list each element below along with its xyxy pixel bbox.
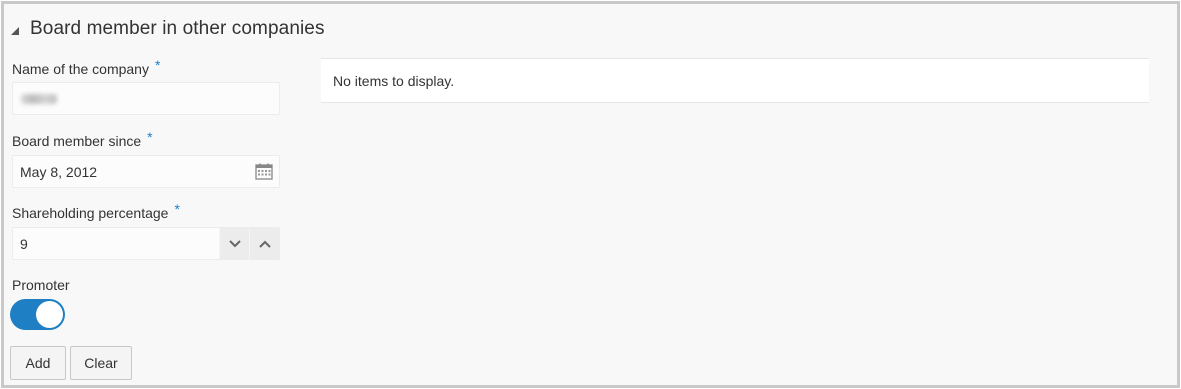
- required-marker: *: [174, 201, 180, 217]
- section-header: Board member in other companies: [10, 16, 325, 42]
- calendar-icon[interactable]: [253, 162, 275, 182]
- empty-table-message: No items to display.: [333, 72, 455, 89]
- required-marker: *: [154, 57, 161, 73]
- promoter-toggle[interactable]: [10, 299, 65, 330]
- decrement-button[interactable]: [219, 228, 249, 259]
- promoter-label: Promoter: [12, 277, 70, 293]
- company-name-input[interactable]: [12, 82, 280, 115]
- board-member-since-label: Board member since *: [12, 129, 153, 149]
- required-marker: *: [147, 129, 153, 145]
- company-name-label-text: Name of the company: [12, 61, 149, 77]
- add-button[interactable]: Add: [10, 346, 66, 380]
- clear-button[interactable]: Clear: [70, 346, 132, 380]
- board-member-since-value: May 8, 2012: [20, 163, 98, 180]
- increment-button[interactable]: [249, 228, 279, 259]
- shareholding-percentage-label: Shareholding percentage *: [12, 201, 180, 221]
- chevron-down-icon: [228, 239, 241, 247]
- board-member-since-label-text: Board member since: [12, 133, 142, 149]
- shareholding-percentage-value: 9: [20, 235, 28, 252]
- chevron-up-icon: [258, 240, 271, 248]
- company-name-label: Name of the company *: [12, 57, 160, 77]
- board-member-section: Board member in other companies Name of …: [1, 1, 1180, 388]
- section-title: Board member in other companies: [30, 18, 325, 39]
- shareholding-percentage-stepper[interactable]: 9: [12, 227, 280, 260]
- collapse-triangle-icon[interactable]: [10, 22, 24, 36]
- board-member-since-date-input[interactable]: May 8, 2012: [12, 155, 280, 188]
- toggle-knob: [36, 301, 63, 328]
- shareholding-percentage-label-text: Shareholding percentage: [12, 205, 169, 221]
- redacted-company-name: [21, 93, 57, 104]
- board-member-table: No items to display.: [321, 58, 1149, 103]
